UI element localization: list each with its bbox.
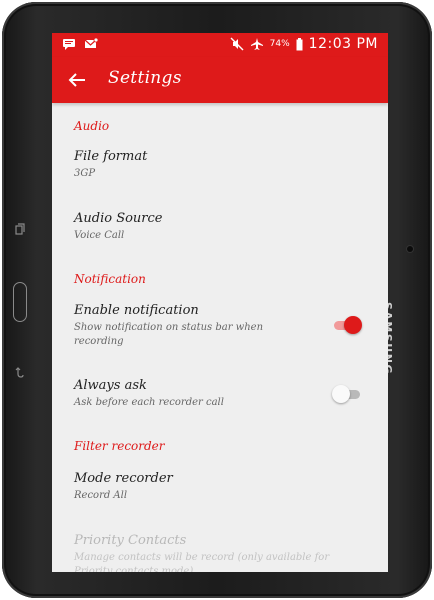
pref-summary: 3GP (74, 168, 96, 179)
pref-enable-notification[interactable]: Enable notification Show notification on… (52, 303, 388, 353)
pref-title: Audio Source (74, 211, 163, 226)
home-button[interactable] (13, 282, 27, 322)
pref-mode-recorder[interactable]: Mode recorder Record All (52, 471, 388, 511)
section-header-notification: Notification (74, 272, 146, 286)
pref-summary: Ask before each recorder call (74, 397, 224, 408)
battery-icon (296, 37, 303, 50)
page-title: Settings (108, 68, 182, 88)
message-icon (63, 39, 75, 50)
status-bar: 74% 12:03 PM (52, 33, 388, 57)
status-time: 12:03 PM (308, 36, 378, 52)
back-key-icon[interactable] (15, 367, 25, 379)
pref-title: Priority Contacts (74, 533, 187, 548)
app-bar: Settings (52, 57, 388, 103)
pref-summary: Manage contacts will be record (only ava… (74, 552, 330, 572)
pref-priority-contacts[interactable]: Priority Contacts Manage contacts will b… (52, 533, 388, 572)
switch-thumb (332, 385, 350, 403)
settings-list: Audio File format 3GP Audio Source Voice… (52, 103, 388, 572)
pref-title: Mode recorder (74, 471, 173, 486)
recent-apps-icon[interactable] (15, 223, 25, 235)
pref-always-ask[interactable]: Always ask Ask before each recorder call (52, 378, 388, 418)
mail-icon (84, 37, 98, 48)
tablet-frame: SAMSUNG (2, 2, 432, 598)
arrow-left-icon[interactable] (66, 69, 88, 91)
pref-file-format[interactable]: File format 3GP (52, 149, 388, 189)
pref-title: Always ask (74, 378, 147, 393)
always-ask-toggle[interactable] (332, 385, 362, 403)
pref-audio-source[interactable]: Audio Source Voice Call (52, 211, 388, 251)
pref-summary: Voice Call (74, 230, 125, 241)
mute-icon (230, 37, 244, 51)
pref-summary: Record All (74, 490, 128, 501)
pref-title: File format (74, 149, 148, 164)
front-camera (407, 246, 413, 252)
screen: 74% 12:03 PM Settings Audio File format … (52, 33, 388, 572)
pref-summary: Show notification on status bar when rec… (74, 322, 264, 347)
pref-title: Enable notification (74, 303, 199, 318)
switch-thumb (344, 316, 362, 334)
enable-notification-toggle[interactable] (332, 316, 362, 334)
battery-percent: 74% (269, 39, 290, 49)
section-header-audio: Audio (74, 119, 110, 133)
section-header-filter: Filter recorder (74, 439, 165, 453)
airplane-icon (250, 38, 263, 50)
